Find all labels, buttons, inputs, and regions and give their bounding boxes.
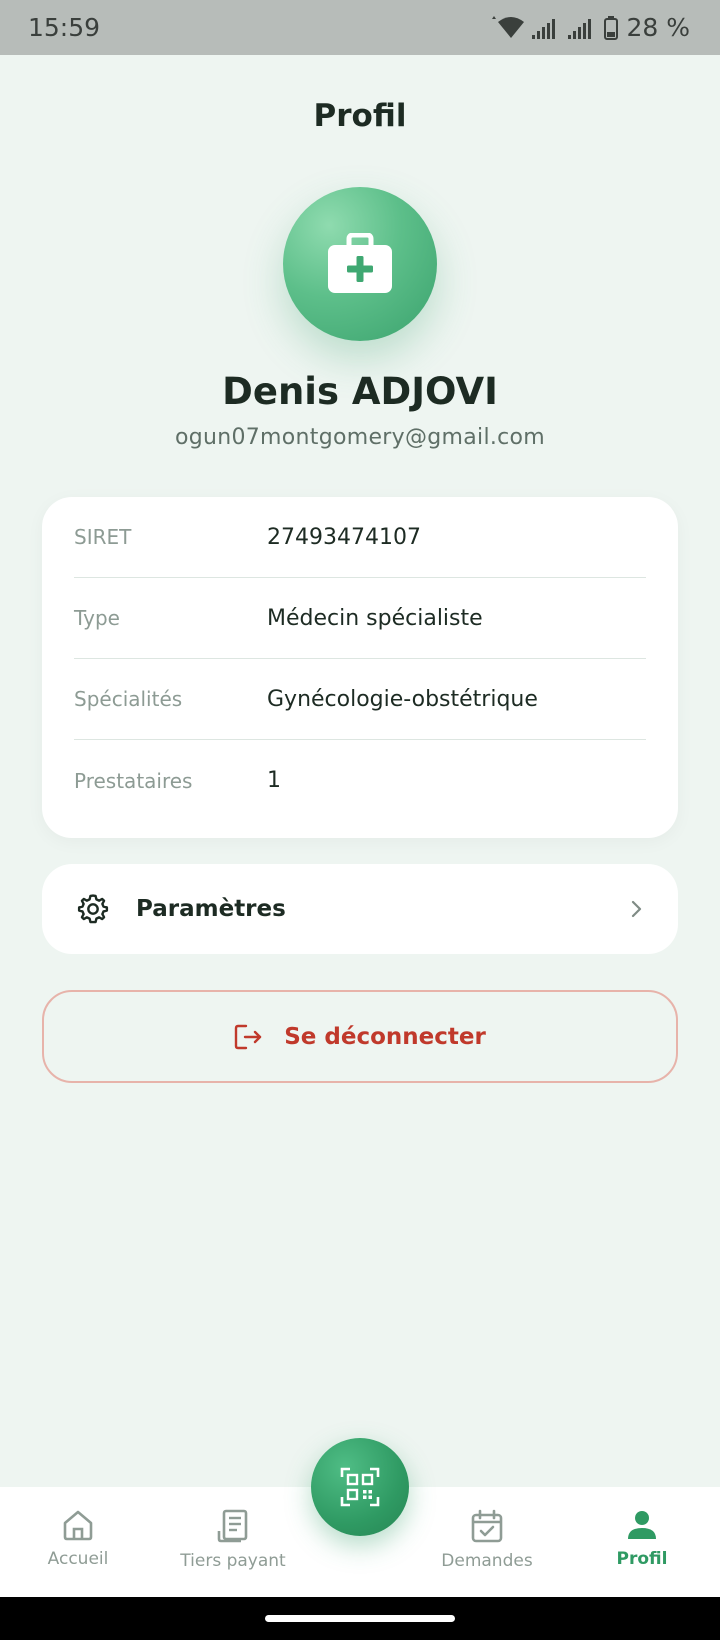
info-value: Médecin spécialiste: [267, 605, 483, 631]
page-title: Profil: [313, 98, 407, 134]
home-icon: [63, 1510, 93, 1541]
info-value: 27493474107: [267, 524, 421, 550]
battery-icon: [604, 15, 619, 40]
status-icons: 28 %: [490, 13, 690, 42]
info-label: Prestataires: [74, 768, 193, 793]
info-label: SIRET: [74, 525, 132, 549]
logout-button[interactable]: Se déconnecter: [42, 990, 678, 1083]
battery-percent: 28 %: [626, 13, 690, 42]
nav-item-tiers-payant[interactable]: Tiers payant: [158, 1487, 308, 1597]
nav-item-demandes[interactable]: Demandes: [412, 1487, 562, 1597]
gesture-handle[interactable]: [265, 1615, 455, 1622]
info-value: 1: [267, 768, 281, 793]
nav-label: Tiers payant: [180, 1551, 286, 1571]
profile-info-card: SIRET 27493474107 Type Médecin spécialis…: [42, 497, 678, 838]
info-row-type: Type Médecin spécialiste: [74, 578, 646, 659]
qr-scan-button[interactable]: [311, 1438, 409, 1536]
avatar: [283, 187, 437, 341]
qr-code-icon: [340, 1467, 380, 1507]
status-bar: 15:59 28 %: [0, 0, 720, 55]
info-label: Spécialités: [74, 687, 183, 711]
nav-label: Profil: [616, 1549, 668, 1569]
gear-icon: [77, 894, 109, 924]
nav-label: Accueil: [47, 1549, 109, 1569]
signal-icon: [532, 18, 556, 39]
nav-item-accueil[interactable]: Accueil: [3, 1487, 153, 1597]
nav-label: Demandes: [441, 1551, 533, 1571]
calendar-check-icon: [471, 1509, 503, 1543]
logout-icon: [235, 1024, 262, 1049]
medical-bag-icon: [328, 233, 392, 293]
nav-item-profil[interactable]: Profil: [567, 1487, 717, 1597]
info-label: Type: [74, 606, 120, 630]
settings-button[interactable]: Paramètres: [42, 864, 678, 954]
profile-name: Denis ADJOVI: [222, 370, 498, 413]
user-icon: [628, 1511, 656, 1539]
status-time: 15:59: [28, 13, 101, 42]
info-row-specialites: Spécialités Gynécologie-obstétrique: [74, 659, 646, 740]
info-row-prestataires: Prestataires 1: [74, 740, 646, 821]
logout-label: Se déconnecter: [284, 1023, 486, 1050]
info-row-siret: SIRET 27493474107: [74, 497, 646, 578]
info-value: Gynécologie-obstétrique: [267, 686, 538, 712]
wifi-icon: [492, 15, 525, 38]
settings-label: Paramètres: [136, 896, 286, 922]
signal-icon-2: [568, 18, 592, 39]
profile-email: ogun07montgomery@gmail.com: [174, 425, 546, 450]
chevron-right-icon: [631, 900, 642, 918]
receipt-icon: [217, 1509, 248, 1543]
